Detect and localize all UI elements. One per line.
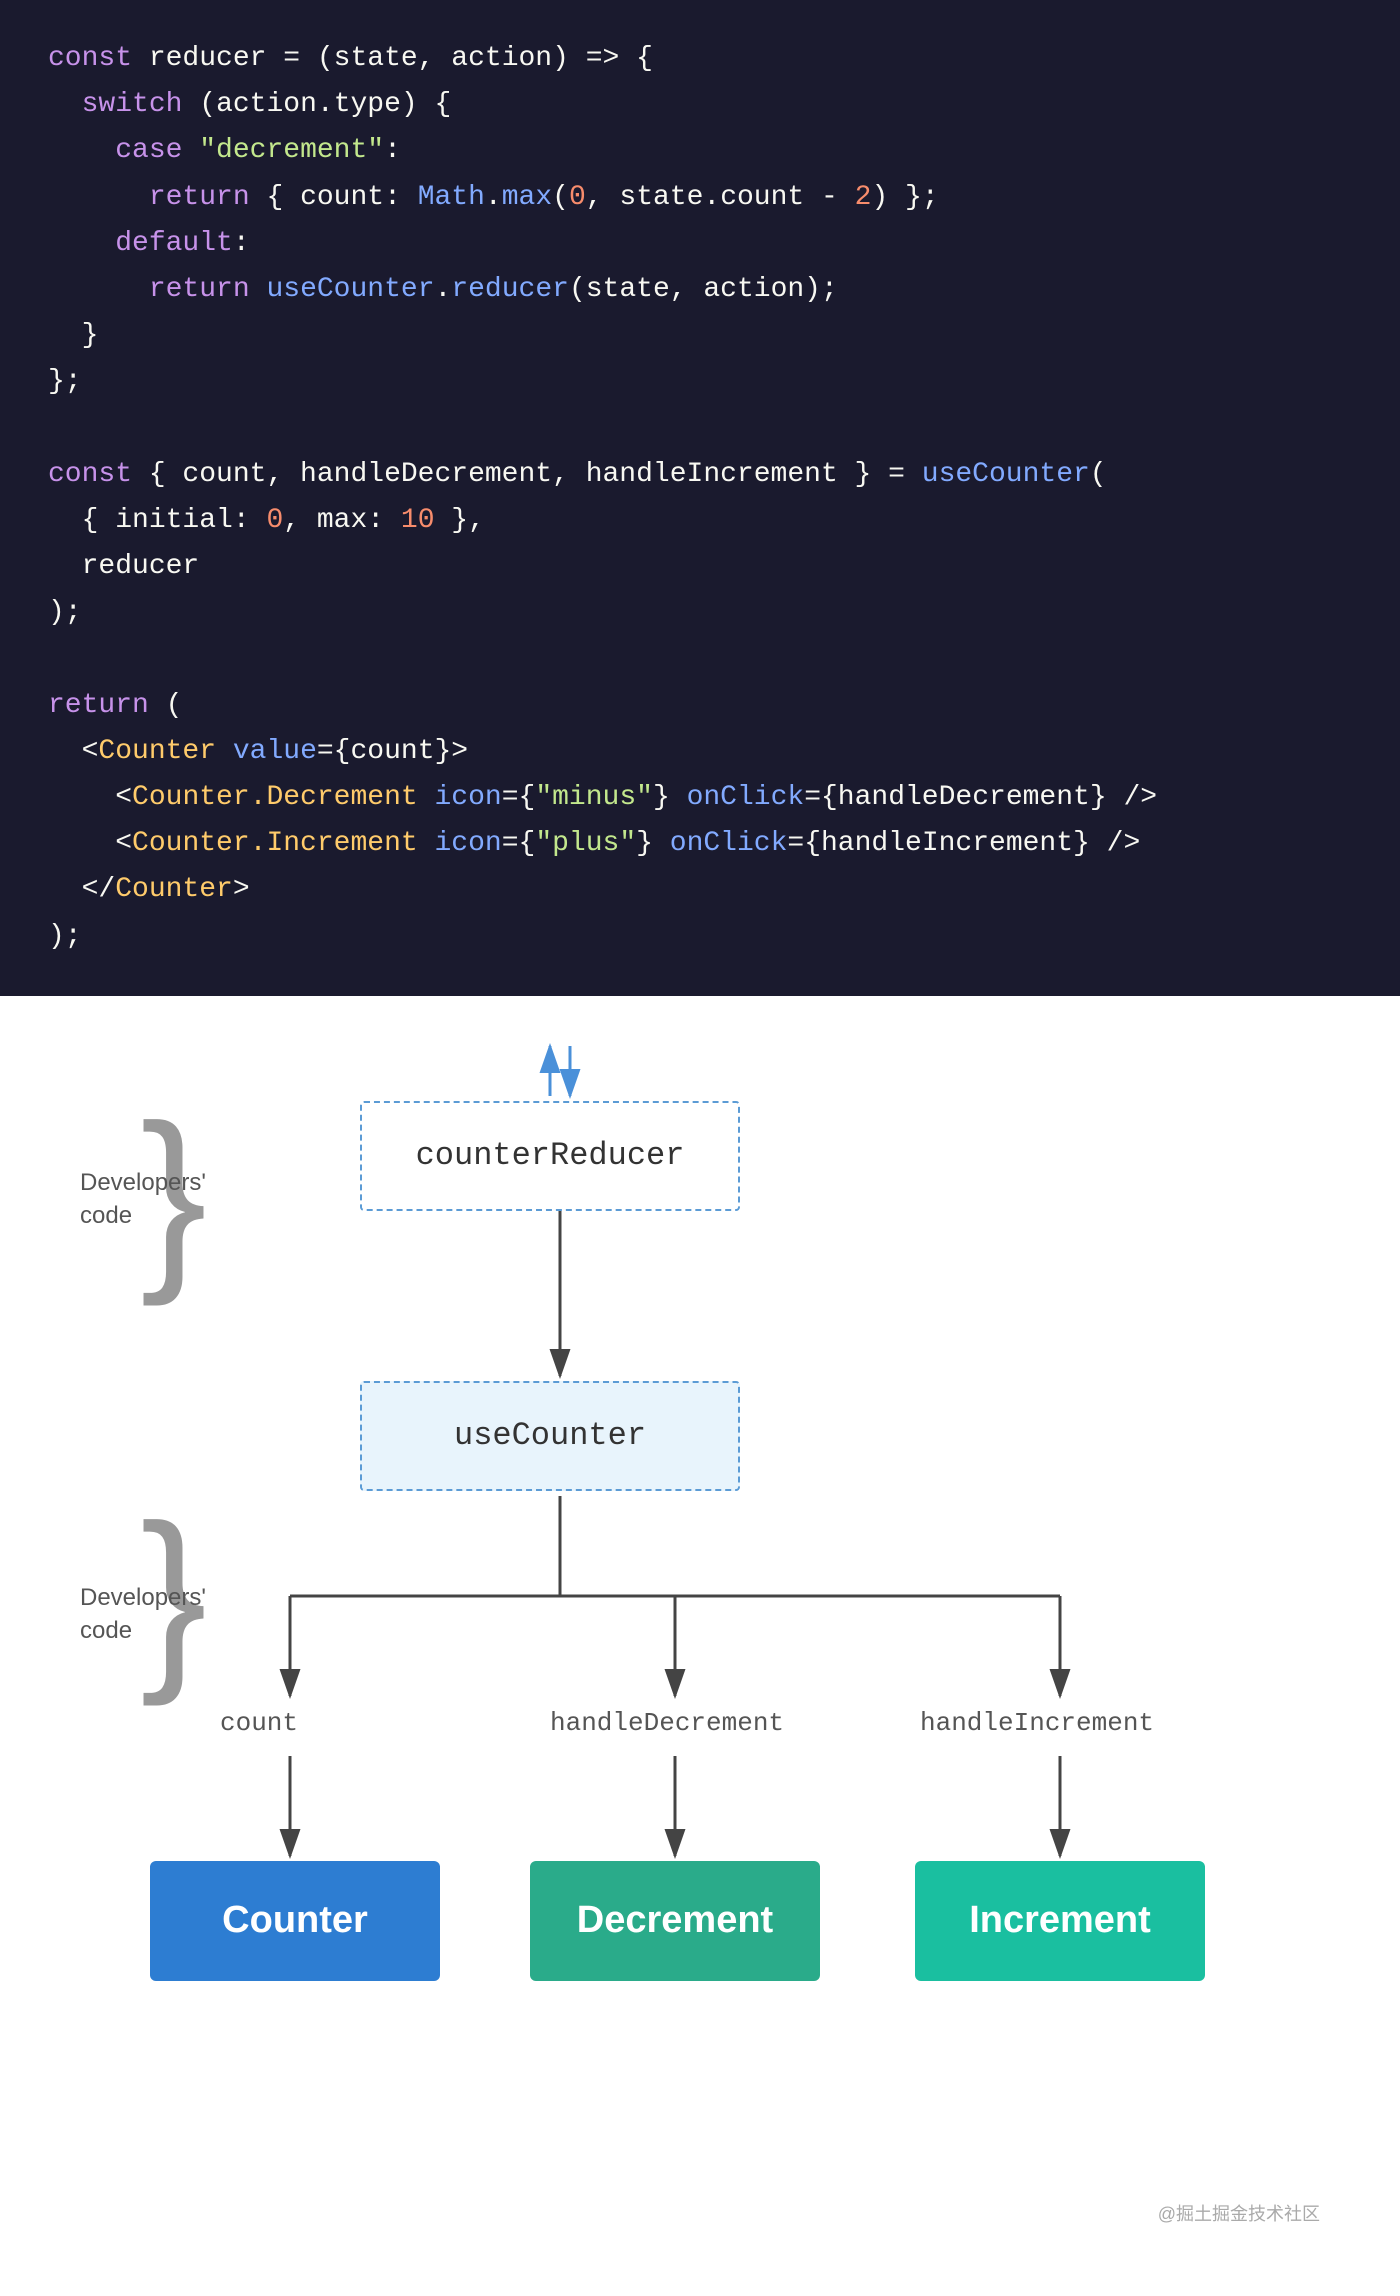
watermark: @掘土掘金技术社区	[1158, 2200, 1320, 2226]
diagram-inner: { Developers' code counterReducer useCou…	[60, 1036, 1340, 2236]
use-counter-box: useCounter	[360, 1381, 740, 1491]
diagram-section: { Developers' code counterReducer useCou…	[0, 996, 1400, 2296]
count-label: count	[220, 1708, 298, 1738]
handle-decrement-label: handleDecrement	[550, 1708, 784, 1738]
code-content: const reducer = (state, action) => { swi…	[48, 36, 1352, 960]
handle-increment-label: handleIncrement	[920, 1708, 1154, 1738]
developers-code-label-2: Developers' code	[80, 1581, 206, 1648]
increment-box: Increment	[915, 1861, 1205, 1981]
code-block: const reducer = (state, action) => { swi…	[0, 0, 1400, 996]
counter-box: Counter	[150, 1861, 440, 1981]
decrement-box: Decrement	[530, 1861, 820, 1981]
counter-reducer-box: counterReducer	[360, 1101, 740, 1211]
arrows-svg	[60, 1036, 1340, 2236]
developers-code-label-1: Developers' code	[80, 1166, 206, 1233]
